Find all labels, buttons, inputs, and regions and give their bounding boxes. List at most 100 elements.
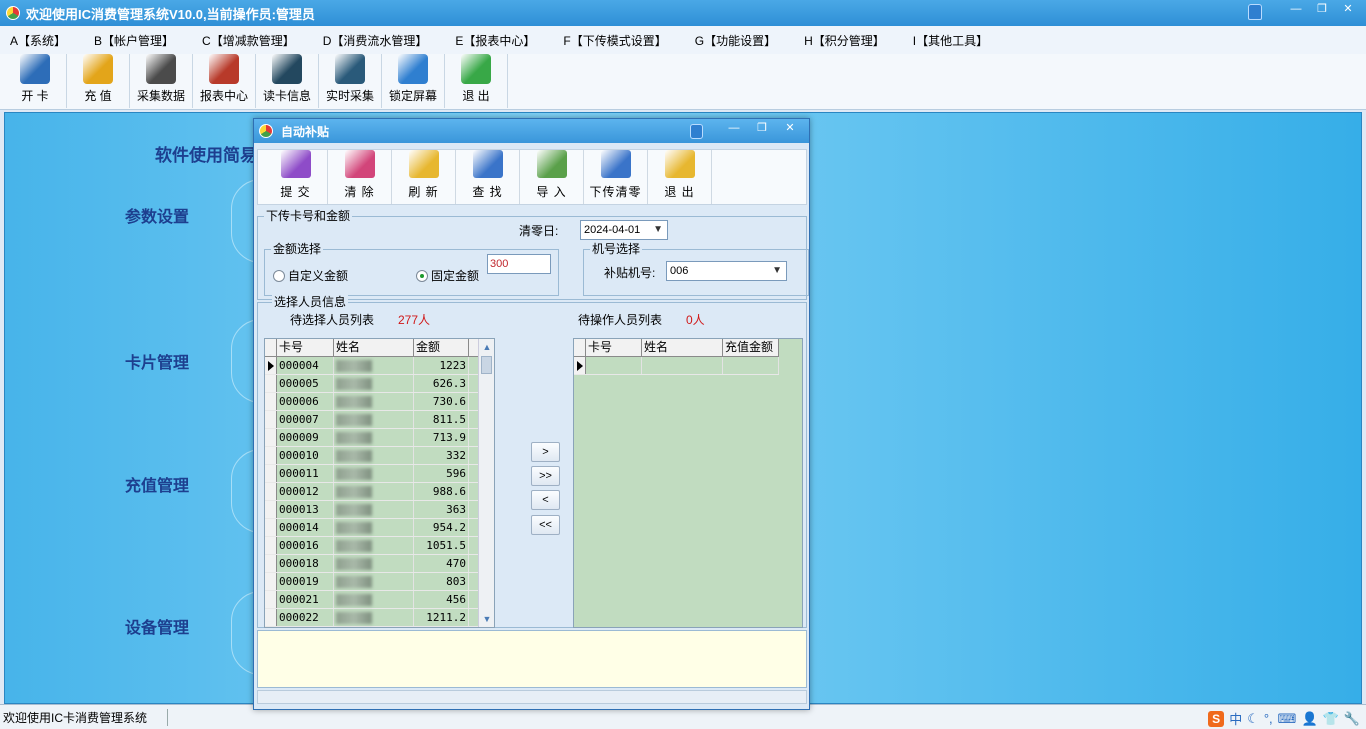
cell-amount[interactable]: 470 — [414, 555, 469, 572]
cell-amount[interactable]: 988.6 — [414, 483, 469, 500]
ime-moon-icon[interactable]: ☾ — [1247, 711, 1259, 727]
cell-amount[interactable]: 596 — [414, 465, 469, 482]
menu-download-mode[interactable]: F【下传模式设置】 — [563, 32, 666, 49]
cell-name-redacted[interactable] — [334, 609, 414, 626]
menu-reports[interactable]: E【报表中心】 — [455, 32, 535, 49]
cell-card[interactable]: 000011 — [277, 465, 334, 482]
sogou-ime-icon[interactable]: S — [1208, 710, 1225, 727]
table-row[interactable]: 000021 456 — [265, 591, 494, 609]
refresh-button[interactable]: 刷 新 — [392, 150, 456, 204]
cell-card[interactable]: 000004 — [277, 357, 334, 374]
cell-card[interactable]: 000016 — [277, 537, 334, 554]
table-row[interactable]: 000005 626.3 — [265, 375, 494, 393]
menu-functions[interactable]: G【功能设置】 — [695, 32, 776, 49]
dialog-minimize-button[interactable]: — — [723, 121, 745, 137]
cell-name-redacted[interactable] — [334, 501, 414, 518]
recharge-button[interactable]: 充 值 — [67, 54, 130, 108]
download-clear-button[interactable]: 下传清零 — [584, 150, 648, 204]
cell-card[interactable]: 000021 — [277, 591, 334, 608]
operate-people-grid[interactable]: 卡号 姓名 充值金额 — [573, 338, 803, 628]
collect-data-button[interactable]: 采集数据 — [130, 54, 193, 108]
col-card[interactable]: 卡号 — [277, 339, 334, 356]
cell-amount[interactable]: 954.2 — [414, 519, 469, 536]
section-recharge[interactable]: 充值管理 — [125, 472, 189, 496]
user-icon[interactable]: 👤 — [1301, 711, 1317, 727]
cell-name-redacted[interactable] — [334, 555, 414, 572]
dialog-exit-button[interactable]: 退 出 — [648, 150, 712, 204]
cell-name-redacted[interactable] — [334, 483, 414, 500]
cell-card[interactable]: 000012 — [277, 483, 334, 500]
move-one-right-button[interactable]: > — [531, 442, 560, 462]
cell-name-redacted[interactable] — [334, 573, 414, 590]
col-recharge-amount[interactable]: 充值金额 — [723, 339, 779, 356]
move-all-left-button[interactable]: << — [531, 515, 560, 535]
fixed-amount-radio[interactable]: 固定金额 — [416, 267, 479, 284]
exit-button[interactable]: 退 出 — [445, 54, 508, 108]
cell-name-redacted[interactable] — [334, 357, 414, 374]
menu-points[interactable]: H【积分管理】 — [804, 32, 885, 49]
menu-transactions[interactable]: D【消费流水管理】 — [323, 32, 428, 49]
col-card[interactable]: 卡号 — [586, 339, 642, 356]
open-card-button[interactable]: 开 卡 — [4, 54, 67, 108]
menu-system[interactable]: A【系统】 — [10, 32, 66, 49]
cell-card[interactable]: 000009 — [277, 429, 334, 446]
lock-screen-button[interactable]: 锁定屏幕 — [382, 54, 445, 108]
cell-amount[interactable]: 332 — [414, 447, 469, 464]
cell-name-redacted[interactable] — [334, 537, 414, 554]
dialog-close-button[interactable]: ✕ — [779, 121, 801, 137]
table-row[interactable]: 000004 1223 — [265, 357, 494, 375]
minimize-button[interactable]: — — [1284, 2, 1308, 18]
clear-button[interactable]: 清 除 — [328, 150, 392, 204]
cell-amount[interactable]: 1223 — [414, 357, 469, 374]
cell-amount[interactable]: 456 — [414, 591, 469, 608]
table-row[interactable]: 000010 332 — [265, 447, 494, 465]
skin-icon[interactable]: 👕 — [1323, 711, 1339, 727]
cell-amount[interactable]: 811.5 — [414, 411, 469, 428]
skin-shirt-icon[interactable] — [1248, 4, 1262, 20]
table-row[interactable]: 000022 1211.2 — [265, 609, 494, 627]
clear-date-picker[interactable]: 2024-04-01 ▼ — [580, 220, 668, 240]
cell-name-redacted[interactable] — [334, 519, 414, 536]
custom-amount-radio[interactable]: 自定义金额 — [273, 267, 348, 284]
section-cards[interactable]: 卡片管理 — [125, 349, 189, 373]
cell-card[interactable]: 000007 — [277, 411, 334, 428]
cell-card[interactable]: 000005 — [277, 375, 334, 392]
keyboard-icon[interactable]: ⌨ — [1278, 711, 1297, 727]
ime-chinese-icon[interactable]: 中 — [1229, 709, 1242, 728]
cell-card[interactable]: 000006 — [277, 393, 334, 410]
cell-amount[interactable]: 1211.2 — [414, 609, 469, 626]
cell-amount[interactable]: 363 — [414, 501, 469, 518]
table-row[interactable]: 000006 730.6 — [265, 393, 494, 411]
cell-name-redacted[interactable] — [334, 429, 414, 446]
report-center-button[interactable]: 报表中心 — [193, 54, 256, 108]
scroll-up-icon[interactable]: ▲ — [479, 339, 494, 355]
find-button[interactable]: 查 找 — [456, 150, 520, 204]
table-row[interactable]: 000018 470 — [265, 555, 494, 573]
realtime-collect-button[interactable]: 实时采集 — [319, 54, 382, 108]
col-amount[interactable]: 金额 — [414, 339, 469, 356]
cell-amount[interactable]: 803 — [414, 573, 469, 590]
cell-name-redacted[interactable] — [334, 465, 414, 482]
table-row[interactable]: 000019 803 — [265, 573, 494, 591]
section-devices[interactable]: 设备管理 — [125, 614, 189, 638]
menu-fund-adjust[interactable]: C【增减款管理】 — [202, 32, 295, 49]
cell-amount[interactable]: 626.3 — [414, 375, 469, 392]
cell-name-redacted[interactable] — [334, 447, 414, 464]
table-row[interactable]: 000016 1051.5 — [265, 537, 494, 555]
tools-icon[interactable]: 🔧 — [1344, 711, 1360, 727]
cell-recharge-amount[interactable] — [723, 357, 779, 374]
cell-card[interactable]: 000022 — [277, 609, 334, 626]
cell-name-redacted[interactable] — [334, 393, 414, 410]
table-row[interactable]: 000012 988.6 — [265, 483, 494, 501]
submit-button[interactable]: 提 交 — [264, 150, 328, 204]
cell-card[interactable]: 000010 — [277, 447, 334, 464]
table-row[interactable]: 000007 811.5 — [265, 411, 494, 429]
cell-card[interactable]: 000014 — [277, 519, 334, 536]
scroll-down-icon[interactable]: ▼ — [479, 611, 494, 627]
table-row[interactable]: 000011 596 — [265, 465, 494, 483]
dialog-maximize-button[interactable]: ❐ — [751, 121, 773, 137]
col-name[interactable]: 姓名 — [642, 339, 723, 356]
cell-name-redacted[interactable] — [334, 375, 414, 392]
table-row[interactable]: 000013 363 — [265, 501, 494, 519]
pending-people-grid[interactable]: 卡号 姓名 金额 000004 1223 000005 626.3 000006 730.… — [264, 338, 495, 628]
